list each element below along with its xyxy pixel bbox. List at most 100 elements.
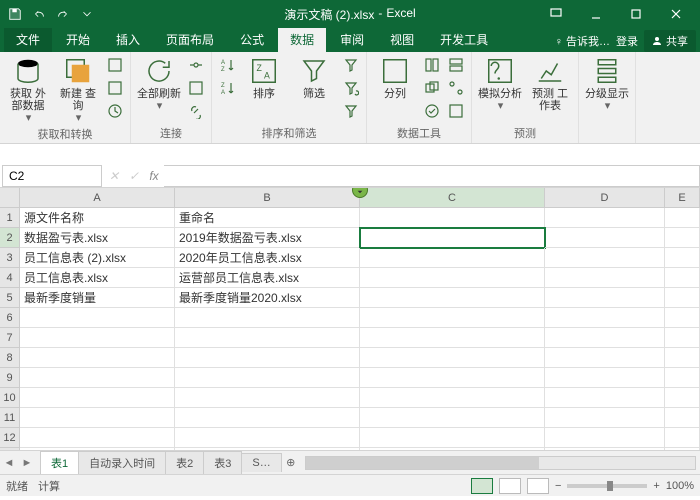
sheet-tab[interactable]: 表3 [203,451,242,474]
select-all-corner[interactable] [0,188,20,208]
remove-dupes-button[interactable] [421,77,443,99]
forecast-sheet-button[interactable]: 预测 工作表 [526,54,574,114]
flash-fill-button[interactable] [421,54,443,76]
relationships-button[interactable] [445,77,467,99]
save-button[interactable] [4,3,26,25]
tab-nav-prev[interactable]: ◄ [0,454,18,472]
cell[interactable] [665,388,700,408]
cell[interactable] [20,448,175,450]
cell[interactable] [665,448,700,450]
tab-insert[interactable]: 插入 [104,27,152,52]
zoom-out-button[interactable]: − [555,480,561,492]
row-header[interactable]: 3 [0,248,20,268]
cell[interactable] [20,408,175,428]
from-table-button[interactable] [104,77,126,99]
cell[interactable] [360,308,545,328]
cell[interactable] [175,308,360,328]
tell-me[interactable]: ♀ 告诉我… [555,33,610,49]
row-header[interactable]: 5 [0,288,20,308]
reapply-button[interactable] [340,77,362,99]
connections-button[interactable] [185,54,207,76]
cell[interactable] [545,268,665,288]
minimize-button[interactable] [576,0,616,28]
cell[interactable] [360,248,545,268]
cell[interactable] [360,428,545,448]
properties-button[interactable] [185,77,207,99]
cell[interactable] [545,428,665,448]
cell[interactable] [665,268,700,288]
horizontal-scrollbar[interactable] [305,456,696,470]
recent-sources-button[interactable] [104,100,126,122]
tab-home[interactable]: 开始 [54,27,102,52]
new-query-button[interactable]: 新建 查询▾ [54,54,102,126]
column-header[interactable]: A [20,188,175,208]
filter-button[interactable]: 筛选 [290,54,338,102]
name-box[interactable] [2,165,102,187]
fx-icon[interactable]: fx [144,166,164,186]
column-header[interactable]: E [665,188,700,208]
cell[interactable] [545,368,665,388]
normal-view-button[interactable] [471,478,493,494]
column-header[interactable]: C [360,188,545,208]
row-header[interactable]: 12 [0,428,20,448]
ribbon-options-button[interactable] [536,0,576,28]
sort-button[interactable]: ZA排序 [240,54,288,102]
cell[interactable] [20,388,175,408]
show-queries-button[interactable] [104,54,126,76]
edit-links-button[interactable] [185,100,207,122]
cell[interactable]: 最新季度销量 [20,288,175,308]
cell[interactable]: 运营部员工信息表.xlsx [175,268,360,288]
tab-nav-next[interactable]: ► [18,454,36,472]
close-button[interactable] [656,0,696,28]
cell[interactable] [360,208,545,228]
page-layout-view-button[interactable] [499,478,521,494]
cell[interactable] [360,268,545,288]
cell[interactable]: 最新季度销量2020.xlsx [175,288,360,308]
page-break-view-button[interactable] [527,478,549,494]
cell[interactable] [545,308,665,328]
cell[interactable]: 源文件名称 [20,208,175,228]
cell[interactable] [665,208,700,228]
sheet-tab[interactable]: 自动录入时间 [78,451,166,474]
consolidate-button[interactable] [445,54,467,76]
redo-button[interactable] [52,3,74,25]
cell[interactable] [360,448,545,450]
worksheet[interactable]: ABCDE1源文件名称重命名2数据盈亏表.xlsx2019年数据盈亏表.xlsx… [0,188,700,450]
cell[interactable] [545,328,665,348]
manage-data-model-button[interactable] [445,100,467,122]
row-header[interactable]: 2 [0,228,20,248]
qat-customize[interactable] [76,3,98,25]
cell[interactable] [20,368,175,388]
row-header[interactable]: 1 [0,208,20,228]
tab-developer[interactable]: 开发工具 [428,27,500,52]
cell[interactable] [665,328,700,348]
zoom-slider[interactable] [567,484,647,488]
text-to-columns-button[interactable]: 分列 [371,54,419,102]
column-header[interactable]: D [545,188,665,208]
column-header[interactable]: B [175,188,360,208]
tab-review[interactable]: 审阅 [328,27,376,52]
row-header[interactable]: 4 [0,268,20,288]
cell[interactable] [360,408,545,428]
cell[interactable] [175,368,360,388]
row-header[interactable]: 9 [0,368,20,388]
zoom-level[interactable]: 100% [666,480,694,492]
cell[interactable] [360,228,545,248]
tab-formulas[interactable]: 公式 [228,27,276,52]
tab-data[interactable]: 数据 [278,27,326,52]
cell[interactable] [545,208,665,228]
cell[interactable] [175,428,360,448]
data-validation-button[interactable] [421,100,443,122]
row-header[interactable]: 11 [0,408,20,428]
sort-za-button[interactable]: ZA [216,77,238,99]
cell[interactable] [20,308,175,328]
cell[interactable]: 重命名 [175,208,360,228]
cell[interactable] [360,368,545,388]
maximize-button[interactable] [616,0,656,28]
cell[interactable] [360,388,545,408]
cell[interactable] [360,348,545,368]
row-header[interactable]: 13 [0,448,20,450]
share-button[interactable]: 共享 [644,30,696,52]
tab-view[interactable]: 视图 [378,27,426,52]
cell[interactable] [545,348,665,368]
